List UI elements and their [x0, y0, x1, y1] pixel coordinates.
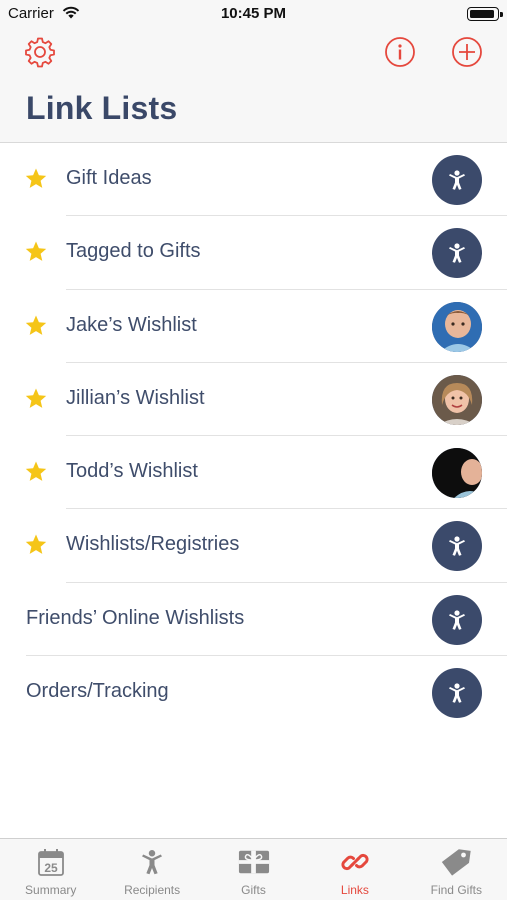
svg-text:25: 25 — [44, 861, 58, 875]
star-icon[interactable] — [24, 240, 48, 264]
tab-recipients[interactable]: Recipients — [101, 839, 202, 900]
star-icon[interactable] — [24, 387, 48, 411]
person-icon — [136, 846, 168, 878]
info-icon — [385, 37, 415, 67]
tab-label: Find Gifts — [430, 883, 482, 897]
gift-icon — [238, 846, 270, 878]
tab-label: Recipients — [124, 883, 181, 897]
tab-gifts[interactable]: Gifts — [203, 839, 304, 900]
avatar — [432, 448, 482, 499]
tab-summary[interactable]: 25 Summary — [0, 839, 101, 900]
star-icon[interactable] — [24, 533, 48, 557]
list-item-label: Jillian’s Wishlist — [66, 386, 205, 409]
list-item-label: Friends’ Online Wishlists — [26, 606, 245, 629]
tab-label: Links — [340, 883, 369, 897]
star-icon[interactable] — [24, 167, 48, 191]
page-title: Link Lists — [26, 90, 178, 126]
clock: 10:45 PM — [220, 5, 287, 22]
tab-links[interactable]: Links — [304, 839, 405, 900]
gear-icon — [25, 37, 55, 68]
list-item[interactable]: Friends’ Online Wishlists — [0, 583, 507, 657]
settings-button[interactable] — [23, 35, 57, 69]
link-icon — [339, 846, 371, 878]
list-item-label: Wishlists/Registries — [66, 533, 240, 556]
tab-bar: 25 Summary Recipients Gifts Links Find Gifts — [0, 838, 507, 900]
list-item-label: Tagged to Gifts — [66, 240, 201, 263]
list-item[interactable]: Tagged to Gifts — [0, 216, 507, 290]
person-icon — [432, 594, 482, 645]
add-list-button[interactable] — [450, 35, 484, 69]
star-icon[interactable] — [24, 314, 48, 338]
plus-icon — [452, 37, 482, 67]
tab-find-gifts[interactable]: Find Gifts — [406, 839, 507, 900]
calendar-icon: 25 — [35, 846, 67, 878]
list-item[interactable]: Gift Ideas — [0, 143, 507, 217]
list-item-label: Todd’s Wishlist — [66, 460, 198, 483]
list-item-label: Orders/Tracking — [26, 680, 169, 703]
list-item[interactable]: Wishlists/Registries — [0, 509, 507, 583]
list-item[interactable]: Orders/Tracking — [0, 656, 507, 729]
person-icon — [432, 155, 482, 205]
person-icon — [432, 668, 482, 719]
list-item-label: Gift Ideas — [66, 167, 152, 189]
list-item-label: Jake’s Wishlist — [66, 313, 197, 336]
person-icon — [432, 521, 482, 572]
info-button[interactable] — [383, 35, 417, 69]
list-item[interactable]: Jillian’s Wishlist — [0, 363, 507, 437]
avatar — [432, 301, 482, 352]
list-item[interactable]: Jake’s Wishlist — [0, 290, 507, 363]
link-list: Gift Ideas Tagged to Gifts Jake’s Wishlist… — [0, 143, 507, 729]
tab-label: Gifts — [241, 883, 266, 897]
person-icon — [432, 228, 482, 279]
tag-icon — [440, 846, 472, 878]
tab-label: Summary — [25, 883, 77, 897]
screen: Carrier 10:45 PM Link Lists Gift Ideas T… — [0, 0, 507, 900]
list-item[interactable]: Todd’s Wishlist — [0, 436, 507, 510]
star-icon[interactable] — [24, 460, 48, 484]
status-bar: Carrier 10:45 PM — [0, 0, 507, 28]
battery-icon — [467, 7, 503, 21]
avatar — [432, 374, 482, 425]
navigation-header: Link Lists — [0, 28, 507, 143]
